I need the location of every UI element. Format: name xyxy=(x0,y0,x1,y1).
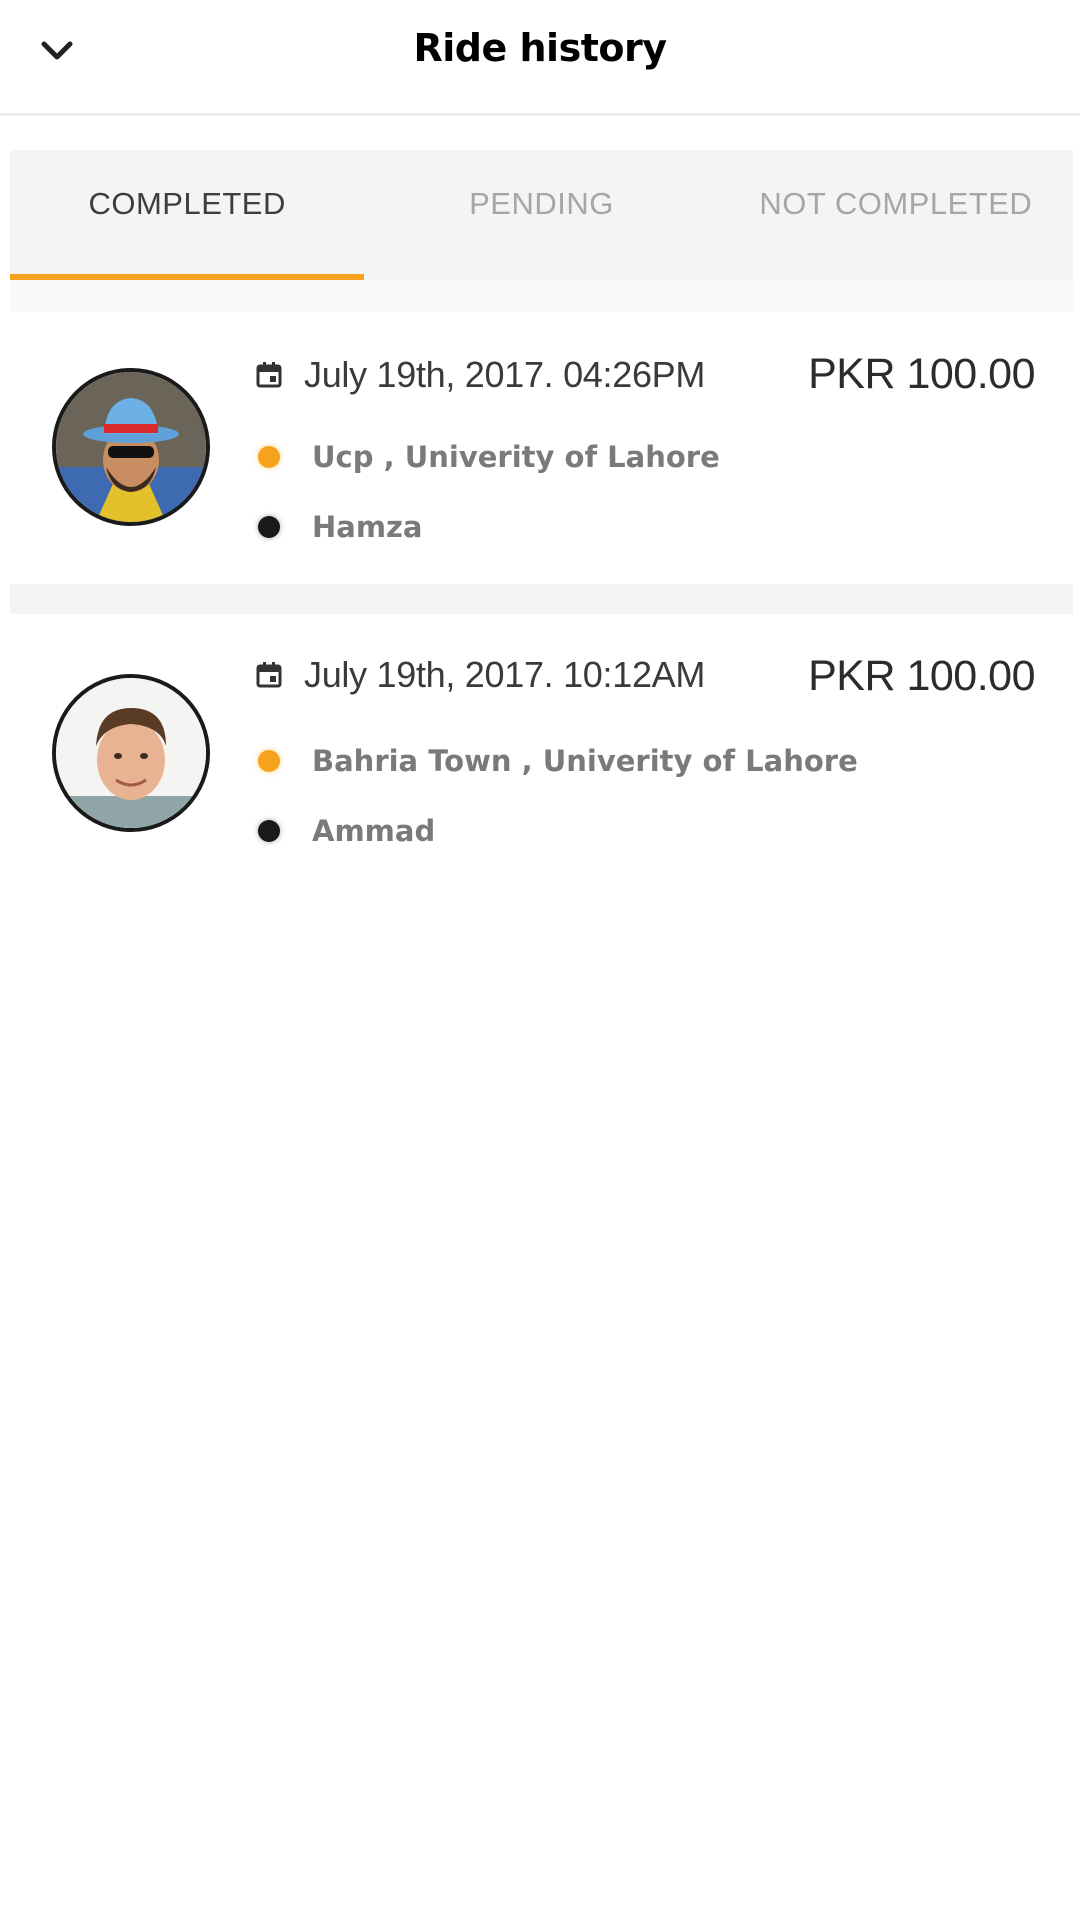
tab-not-completed[interactable]: NOT COMPLETED xyxy=(719,150,1073,280)
ride-date-text: July 19th, 2017. 10:12AM xyxy=(304,654,706,695)
ride-datetime: July 19th, 2017. 10:12AM xyxy=(254,654,705,696)
ride-date-text: July 19th, 2017. 04:26PM xyxy=(304,354,706,395)
list-divider xyxy=(10,584,1073,614)
ride-card[interactable]: July 19th, 2017. 10:12AM PKR 100.00 Bahr… xyxy=(10,614,1073,884)
pickup-dot-icon xyxy=(258,446,280,468)
tab-pending-label: PENDING xyxy=(469,186,614,221)
ride-route-text: Ucp , Univerity of Lahore xyxy=(312,440,720,474)
calendar-icon xyxy=(254,360,284,390)
driver-avatar xyxy=(52,368,210,526)
ride-card[interactable]: July 19th, 2017. 04:26PM PKR 100.00 Ucp … xyxy=(10,312,1073,582)
tab-pending[interactable]: PENDING xyxy=(364,150,718,280)
ride-status-tabs: COMPLETED PENDING NOT COMPLETED xyxy=(10,150,1073,280)
ride-fare: PKR 100.00 xyxy=(808,652,1035,700)
ride-driver: Hamza xyxy=(258,510,423,544)
driver-dot-icon xyxy=(258,516,280,538)
driver-dot-icon xyxy=(258,820,280,842)
top-bar: Ride history xyxy=(0,0,1080,116)
tab-not-completed-label: NOT COMPLETED xyxy=(759,186,1033,221)
ride-fare: PKR 100.00 xyxy=(808,350,1035,398)
page-title: Ride history xyxy=(413,26,667,70)
driver-name: Hamza xyxy=(312,510,423,544)
tab-completed[interactable]: COMPLETED xyxy=(10,150,365,280)
ride-route-text: Bahria Town , Univerity of Lahore xyxy=(312,744,858,778)
tab-spacer xyxy=(10,280,1073,312)
tab-completed-label: COMPLETED xyxy=(88,186,286,221)
calendar-icon xyxy=(254,660,284,690)
ride-driver: Ammad xyxy=(258,814,435,848)
ride-route: Ucp , Univerity of Lahore xyxy=(258,440,720,474)
ride-datetime: July 19th, 2017. 04:26PM xyxy=(254,354,705,396)
driver-avatar xyxy=(52,674,210,832)
driver-name: Ammad xyxy=(312,814,436,848)
pickup-dot-icon xyxy=(258,750,280,772)
ride-route: Bahria Town , Univerity of Lahore xyxy=(258,744,858,778)
